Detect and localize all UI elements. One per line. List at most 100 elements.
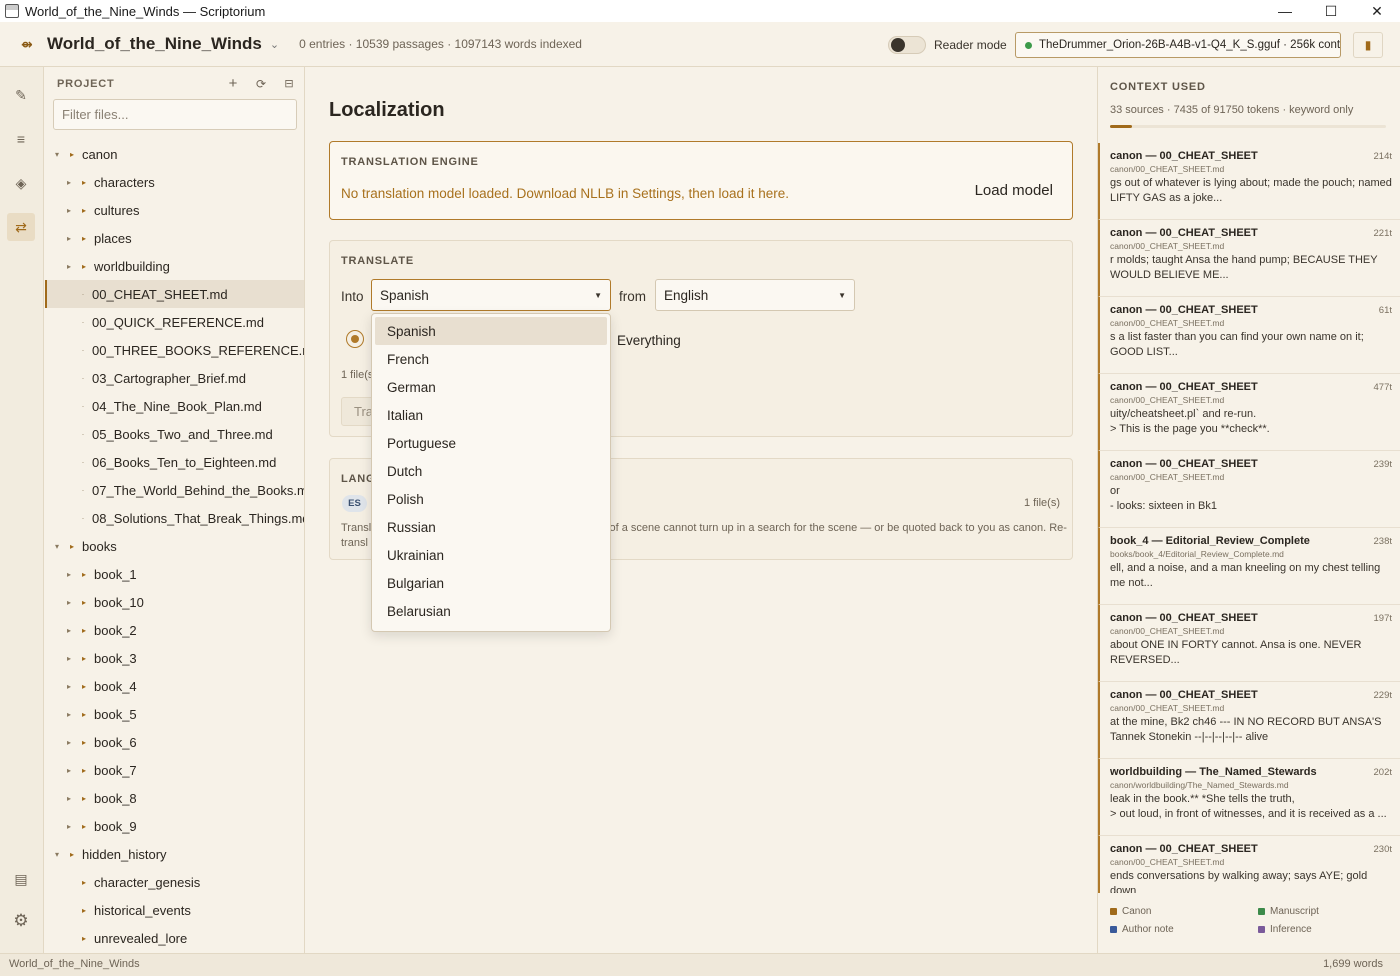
swap-icon[interactable]: ⇄ <box>7 213 35 241</box>
refresh-icon[interactable]: ⟳ <box>253 77 269 91</box>
entry-title: canon — 00_CHEAT_SHEET <box>1110 612 1258 624</box>
expand-icon[interactable]: ▸ <box>65 178 73 187</box>
tree-folder-item[interactable]: ▾ ▸ books <box>45 532 304 560</box>
scope-radio[interactable] <box>346 330 364 348</box>
context-entry[interactable]: canon — 00_CHEAT_SHEET 61t canon/00_CHEAT_… <box>1098 297 1400 374</box>
tree-folder-item[interactable]: ▸ ▸ worldbuilding <box>45 252 304 280</box>
language-option[interactable]: Italian <box>375 401 607 429</box>
tree-folder-item[interactable]: ▸ ▸ book_5 <box>45 700 304 728</box>
language-option[interactable]: French <box>375 345 607 373</box>
tree-folder-item[interactable]: ▸ ▸ book_8 <box>45 784 304 812</box>
entry-excerpt: at the mine, Bk2 ch46 --- IN NO RECORD B… <box>1110 716 1382 743</box>
tree-folder-item[interactable]: ▸ unrevealed_lore <box>45 924 304 952</box>
load-model-button[interactable]: Load model <box>975 182 1053 199</box>
scope-everything-label[interactable]: Everything <box>617 333 681 348</box>
maximize-icon[interactable]: ☐ <box>1308 0 1354 22</box>
expand-icon[interactable]: ▸ <box>65 766 73 775</box>
language-option[interactable]: Portuguese <box>375 429 607 457</box>
list-icon[interactable]: ≡ <box>7 125 35 153</box>
tree-file-item[interactable]: · 00_CHEAT_SHEET.md <box>45 280 304 308</box>
tree-folder-item[interactable]: ▾ ▸ hidden_history <box>45 840 304 868</box>
close-icon[interactable]: ✕ <box>1354 0 1400 22</box>
model-selector[interactable]: TheDrummer_Orion-26B-A4B-v1-Q4_K_S.gguf … <box>1015 32 1341 58</box>
tree-file-item[interactable]: · 06_Books_Ten_to_Eighteen.md <box>45 448 304 476</box>
tree-folder-item[interactable]: ▸ ▸ book_9 <box>45 812 304 840</box>
language-option[interactable]: Dutch <box>375 457 607 485</box>
expand-icon[interactable]: ▸ <box>65 234 73 243</box>
language-option[interactable]: German <box>375 373 607 401</box>
language-badge[interactable]: ES <box>342 495 367 512</box>
tree-folder-item[interactable]: ▸ ▸ book_3 <box>45 644 304 672</box>
toggle-panel-button[interactable]: ▮ <box>1353 32 1383 58</box>
context-entry[interactable]: canon — 00_CHEAT_SHEET 221t canon/00_CHEAT… <box>1098 220 1400 297</box>
context-entry[interactable]: canon — 00_CHEAT_SHEET 229t canon/00_CHEAT… <box>1098 682 1400 759</box>
tree-folder-item[interactable]: ▸ ▸ book_1 <box>45 560 304 588</box>
legend-label: Author note <box>1122 924 1174 935</box>
tree-item-label: book_9 <box>94 818 137 834</box>
tree-folder-item[interactable]: ▾ ▸ canon <box>45 140 304 168</box>
language-option[interactable]: Spanish <box>375 317 607 345</box>
tree-file-item[interactable]: · 07_The_World_Behind_the_Books.md <box>45 476 305 504</box>
tree-file-item[interactable]: · 03_Cartographer_Brief.md <box>45 364 304 392</box>
tree-file-item[interactable]: · 00_THREE_BOOKS_REFERENCE.md <box>45 336 305 364</box>
tree-folder-item[interactable]: ▸ ▸ book_7 <box>45 756 304 784</box>
tree-folder-item[interactable]: ▸ ▸ book_2 <box>45 616 304 644</box>
legend-swatch <box>1110 908 1117 915</box>
expand-icon[interactable]: ▸ <box>65 654 73 663</box>
language-option[interactable]: Polish <box>375 485 607 513</box>
source-language-select[interactable]: English ▼ <box>655 279 855 311</box>
tree-folder-item[interactable]: ▸ ▸ cultures <box>45 196 304 224</box>
reader-mode-toggle[interactable] <box>888 36 926 54</box>
context-entry[interactable]: worldbuilding — The_Named_Stewards 202t ca… <box>1098 759 1400 836</box>
language-option[interactable]: Bulgarian <box>375 569 607 597</box>
tree-folder-item[interactable]: ▸ ▸ characters <box>45 168 304 196</box>
expand-icon[interactable]: ▸ <box>65 710 73 719</box>
expand-icon[interactable]: ▸ <box>65 794 73 803</box>
context-entry[interactable]: canon — 00_CHEAT_SHEET 477t canon/00_CHEAT… <box>1098 374 1400 451</box>
language-option[interactable]: Russian <box>375 513 607 541</box>
expand-icon[interactable]: ▸ <box>65 206 73 215</box>
expand-icon[interactable]: ▸ <box>65 262 73 271</box>
expand-icon[interactable]: ▸ <box>65 822 73 831</box>
language-option[interactable]: Ukrainian <box>375 541 607 569</box>
diamond-icon[interactable]: ◈ <box>7 169 35 197</box>
add-icon[interactable]: + <box>225 75 241 92</box>
tree-file-item[interactable]: · 05_Books_Two_and_Three.md <box>45 420 304 448</box>
minimize-icon[interactable]: — <box>1262 0 1308 22</box>
context-entry[interactable]: book_4 — Editorial_Review_Complete 238t bo… <box>1098 528 1400 605</box>
chevron-down-icon[interactable]: ⌄ <box>270 38 279 51</box>
context-entry[interactable]: canon — 00_CHEAT_SHEET 197t canon/00_CHEAT… <box>1098 605 1400 682</box>
expand-icon[interactable]: ▾ <box>53 542 61 551</box>
folder-icon: ▸ <box>81 177 86 187</box>
tree-file-item[interactable]: · 04_The_Nine_Book_Plan.md <box>45 392 304 420</box>
tree-folder-item[interactable]: ▸ ▸ book_10 <box>45 588 304 616</box>
filter-files-input[interactable] <box>53 99 297 130</box>
context-entries: canon — 00_CHEAT_SHEET 214t canon/00_CHEAT… <box>1098 143 1400 893</box>
target-language-select[interactable]: Spanish ▼ <box>371 279 611 311</box>
pen-icon[interactable]: ✎ <box>7 81 35 109</box>
entry-path: canon/00_CHEAT_SHEET.md <box>1110 164 1225 174</box>
tree-item-label: 03_Cartographer_Brief.md <box>92 370 246 386</box>
context-entry[interactable]: canon — 00_CHEAT_SHEET 239t canon/00_CHEAT… <box>1098 451 1400 528</box>
expand-icon[interactable]: ▸ <box>65 598 73 607</box>
context-entry[interactable]: canon — 00_CHEAT_SHEET 214t canon/00_CHEAT… <box>1098 143 1400 220</box>
gear-icon[interactable]: ⚙ <box>7 907 35 935</box>
tree-file-item[interactable]: · 00_QUICK_REFERENCE.md <box>45 308 304 336</box>
expand-icon[interactable]: ▾ <box>53 850 61 859</box>
tree-folder-item[interactable]: ▸ historical_events <box>45 896 304 924</box>
expand-icon[interactable]: ▸ <box>65 682 73 691</box>
expand-icon[interactable]: ▾ <box>53 150 61 159</box>
project-name[interactable]: World_of_the_Nine_Winds <box>47 34 262 54</box>
tree-folder-item[interactable]: ▸ ▸ places <box>45 224 304 252</box>
language-option[interactable]: Belarusian <box>375 597 607 625</box>
tree-folder-item[interactable]: ▸ character_genesis <box>45 868 304 896</box>
expand-icon[interactable]: ▸ <box>65 738 73 747</box>
context-entry[interactable]: canon — 00_CHEAT_SHEET 230t canon/00_CHEAT… <box>1098 836 1400 893</box>
document-icon[interactable]: ▤ <box>7 865 35 893</box>
tree-folder-item[interactable]: ▸ ▸ book_4 <box>45 672 304 700</box>
collapse-icon[interactable]: ⊟ <box>281 77 297 90</box>
expand-icon[interactable]: ▸ <box>65 626 73 635</box>
tree-file-item[interactable]: · 08_Solutions_That_Break_Things.md <box>45 504 305 532</box>
tree-folder-item[interactable]: ▸ ▸ book_6 <box>45 728 304 756</box>
expand-icon[interactable]: ▸ <box>65 570 73 579</box>
